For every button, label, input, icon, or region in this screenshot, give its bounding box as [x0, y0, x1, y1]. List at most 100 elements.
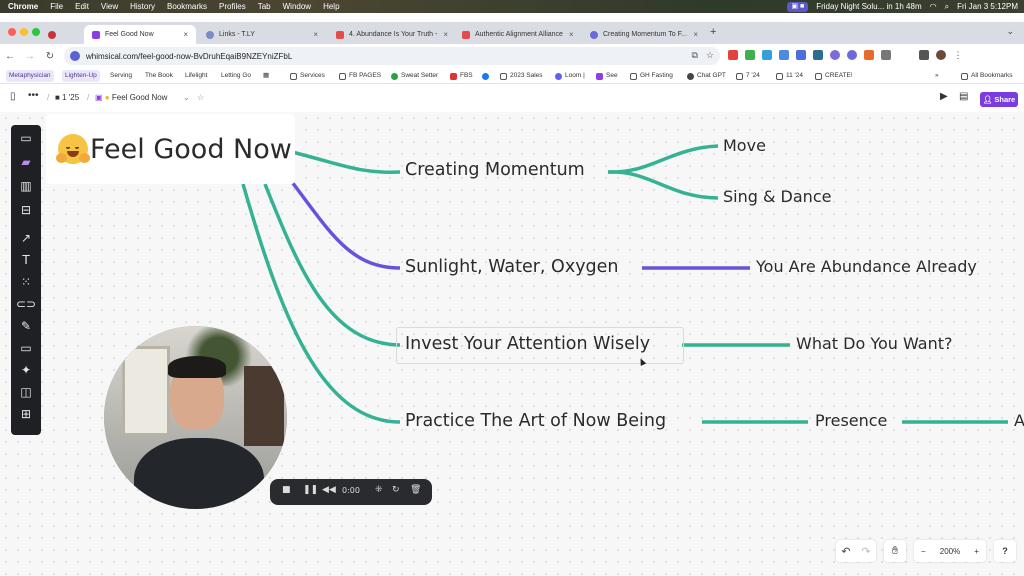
- menu-history[interactable]: History: [130, 2, 155, 11]
- leaf-presence[interactable]: Presence: [815, 411, 887, 430]
- download-icon[interactable]: [919, 50, 929, 60]
- favorite-star-icon[interactable]: ☆: [197, 93, 204, 102]
- menu-help[interactable]: Help: [323, 2, 339, 11]
- extension-icon[interactable]: [745, 50, 755, 60]
- pinned-tab[interactable]: [44, 25, 62, 44]
- zoom-in-button[interactable]: +: [974, 547, 979, 556]
- extensions-puzzle-icon[interactable]: [881, 50, 891, 60]
- comments-icon[interactable]: ▤: [959, 91, 968, 102]
- link-icon[interactable]: ⊂⊃: [16, 295, 36, 313]
- clock-datetime[interactable]: Fri Jan 3 5:12PM: [957, 2, 1018, 11]
- drag-handle-icon[interactable]: ⁜: [375, 485, 383, 495]
- bookmark-services[interactable]: Services: [290, 70, 325, 82]
- stop-icon[interactable]: ■: [282, 485, 291, 495]
- zoom-out-button[interactable]: −: [921, 547, 926, 556]
- menu-app-chrome[interactable]: Chrome: [8, 2, 38, 11]
- share-button[interactable]: 👤︎ Share: [980, 92, 1018, 107]
- leaf-move[interactable]: Move: [723, 136, 766, 155]
- rewind-icon[interactable]: ◀◀: [322, 485, 336, 495]
- close-tab-icon[interactable]: ×: [307, 30, 318, 39]
- table-icon[interactable]: ◫: [16, 383, 36, 401]
- close-tab-icon[interactable]: ×: [177, 30, 188, 39]
- pen-icon[interactable]: ✎: [16, 317, 36, 335]
- root-node[interactable]: Feel Good Now: [46, 114, 295, 184]
- menu-tab[interactable]: Tab: [258, 2, 271, 11]
- text-tool-icon[interactable]: T: [16, 251, 36, 269]
- back-icon[interactable]: ←: [0, 51, 20, 62]
- section-icon[interactable]: ▭: [16, 339, 36, 357]
- bookmark-2023-sales[interactable]: 2023 Sales: [500, 70, 543, 82]
- tab-search-chevron-icon[interactable]: ⌄: [1006, 26, 1014, 37]
- branch-creating-momentum[interactable]: Creating Momentum: [405, 160, 585, 180]
- bookmark-lighten-up[interactable]: Lighten-Up: [62, 70, 100, 82]
- extension-icon[interactable]: [779, 50, 789, 60]
- more-bookmarks-chevron-icon[interactable]: »: [935, 70, 939, 82]
- breadcrumb-document[interactable]: ▣ ● Feel Good Now: [95, 93, 167, 102]
- bookmark-7-24[interactable]: 7 '24: [736, 70, 760, 82]
- apps-grid-icon[interactable]: ▦: [263, 70, 269, 82]
- menu-window[interactable]: Window: [283, 2, 311, 11]
- grid-icon[interactable]: ⁙: [16, 273, 36, 291]
- add-more-icon[interactable]: ⊞: [16, 405, 36, 423]
- tab-creating-momentum[interactable]: Creating Momentum To F... ×: [582, 25, 706, 44]
- bookmark-metaphysician[interactable]: Metaphysician: [6, 70, 54, 82]
- branch-invest-attention[interactable]: Invest Your Attention Wisely: [405, 334, 650, 354]
- tab-feel-good-now[interactable]: Feel Good Now ×: [84, 25, 196, 44]
- facebook-icon[interactable]: [482, 70, 492, 82]
- devices-icon[interactable]: ▥: [16, 177, 36, 195]
- chrome-menu-icon[interactable]: ⋮: [953, 50, 963, 60]
- bookmark-letting-go[interactable]: Letting Go: [221, 70, 251, 82]
- title-dropdown-chevron-icon[interactable]: ⌄: [183, 93, 190, 102]
- all-bookmarks[interactable]: All Bookmarks: [961, 70, 1013, 82]
- extension-icon[interactable]: [864, 50, 874, 60]
- menu-edit[interactable]: Edit: [75, 2, 89, 11]
- menu-profiles[interactable]: Profiles: [219, 2, 246, 11]
- close-tab-icon[interactable]: ×: [563, 30, 574, 39]
- site-info-icon[interactable]: [70, 51, 80, 61]
- bookmark-11-24[interactable]: 11 '24: [776, 70, 803, 82]
- tab-abundance[interactable]: 4. Abundance Is Your Truth - ×: [328, 25, 452, 44]
- close-tab-icon[interactable]: ×: [687, 30, 698, 39]
- bookmark-fb-pages[interactable]: FB PAGES: [339, 70, 381, 82]
- restart-icon[interactable]: ↻: [392, 485, 400, 495]
- leaf-sing-dance[interactable]: Sing & Dance: [723, 187, 831, 206]
- mindmap-icon[interactable]: ⊟: [16, 201, 36, 219]
- breadcrumb-folder[interactable]: ■ 1 '25: [55, 93, 79, 102]
- extension-icon[interactable]: [830, 50, 840, 60]
- webcam-bubble[interactable]: [104, 326, 287, 509]
- calendar-event-status[interactable]: Friday Night Solu... in 1h 48m: [816, 2, 921, 11]
- help-button[interactable]: ?: [994, 540, 1016, 562]
- search-icon[interactable]: ⌕: [945, 2, 949, 12]
- trash-icon[interactable]: 🗑︎: [410, 485, 421, 495]
- address-bar[interactable]: whimsical.com/feel-good-now-BvDruhEqaiB9…: [64, 47, 720, 65]
- extension-icon[interactable]: [762, 50, 772, 60]
- install-app-icon[interactable]: ⧉: [691, 50, 697, 61]
- bookmark-fbs[interactable]: FBS: [450, 70, 473, 82]
- hand-tool-icon[interactable]: ✋︎: [884, 540, 906, 562]
- tab-links-tly[interactable]: Links - T.LY ×: [198, 25, 326, 44]
- branch-practice-now[interactable]: Practice The Art of Now Being: [405, 411, 666, 431]
- minimize-window-icon[interactable]: [20, 28, 28, 36]
- bookmark-loom[interactable]: Loom |: [555, 70, 585, 82]
- bookmark-star-icon[interactable]: ☆: [706, 50, 714, 61]
- extension-icon[interactable]: [796, 50, 806, 60]
- sidebar-toggle-icon[interactable]: ▯: [10, 91, 16, 102]
- extension-icon[interactable]: [813, 50, 823, 60]
- arrow-connector-icon[interactable]: ↗: [16, 229, 36, 247]
- branch-sunlight-water-oxygen[interactable]: Sunlight, Water, Oxygen: [405, 257, 619, 277]
- bookmark-the-book[interactable]: The Book: [145, 70, 173, 82]
- undo-icon[interactable]: ↶: [841, 545, 850, 558]
- leaf-truncated[interactable]: A: [1014, 411, 1024, 430]
- sticky-notes-icon[interactable]: ▭: [16, 129, 36, 147]
- ai-sparkle-icon[interactable]: ✦: [16, 361, 36, 379]
- more-options-icon[interactable]: •••: [28, 90, 39, 101]
- tab-authentic-alignment[interactable]: Authentic Alignment Alliance ×: [454, 25, 580, 44]
- leaf-what-do-you-want[interactable]: What Do You Want?: [796, 334, 953, 353]
- extension-icon[interactable]: [728, 50, 738, 60]
- bookmark-serving[interactable]: Serving: [110, 70, 132, 82]
- menu-view[interactable]: View: [101, 2, 118, 11]
- bookmark-see[interactable]: See: [596, 70, 618, 82]
- sticky-note-icon[interactable]: ▰: [16, 153, 36, 171]
- bookmark-gh-fasting[interactable]: GH Fasting: [630, 70, 673, 82]
- url-text[interactable]: whimsical.com/feel-good-now-BvDruhEqaiB9…: [86, 52, 292, 61]
